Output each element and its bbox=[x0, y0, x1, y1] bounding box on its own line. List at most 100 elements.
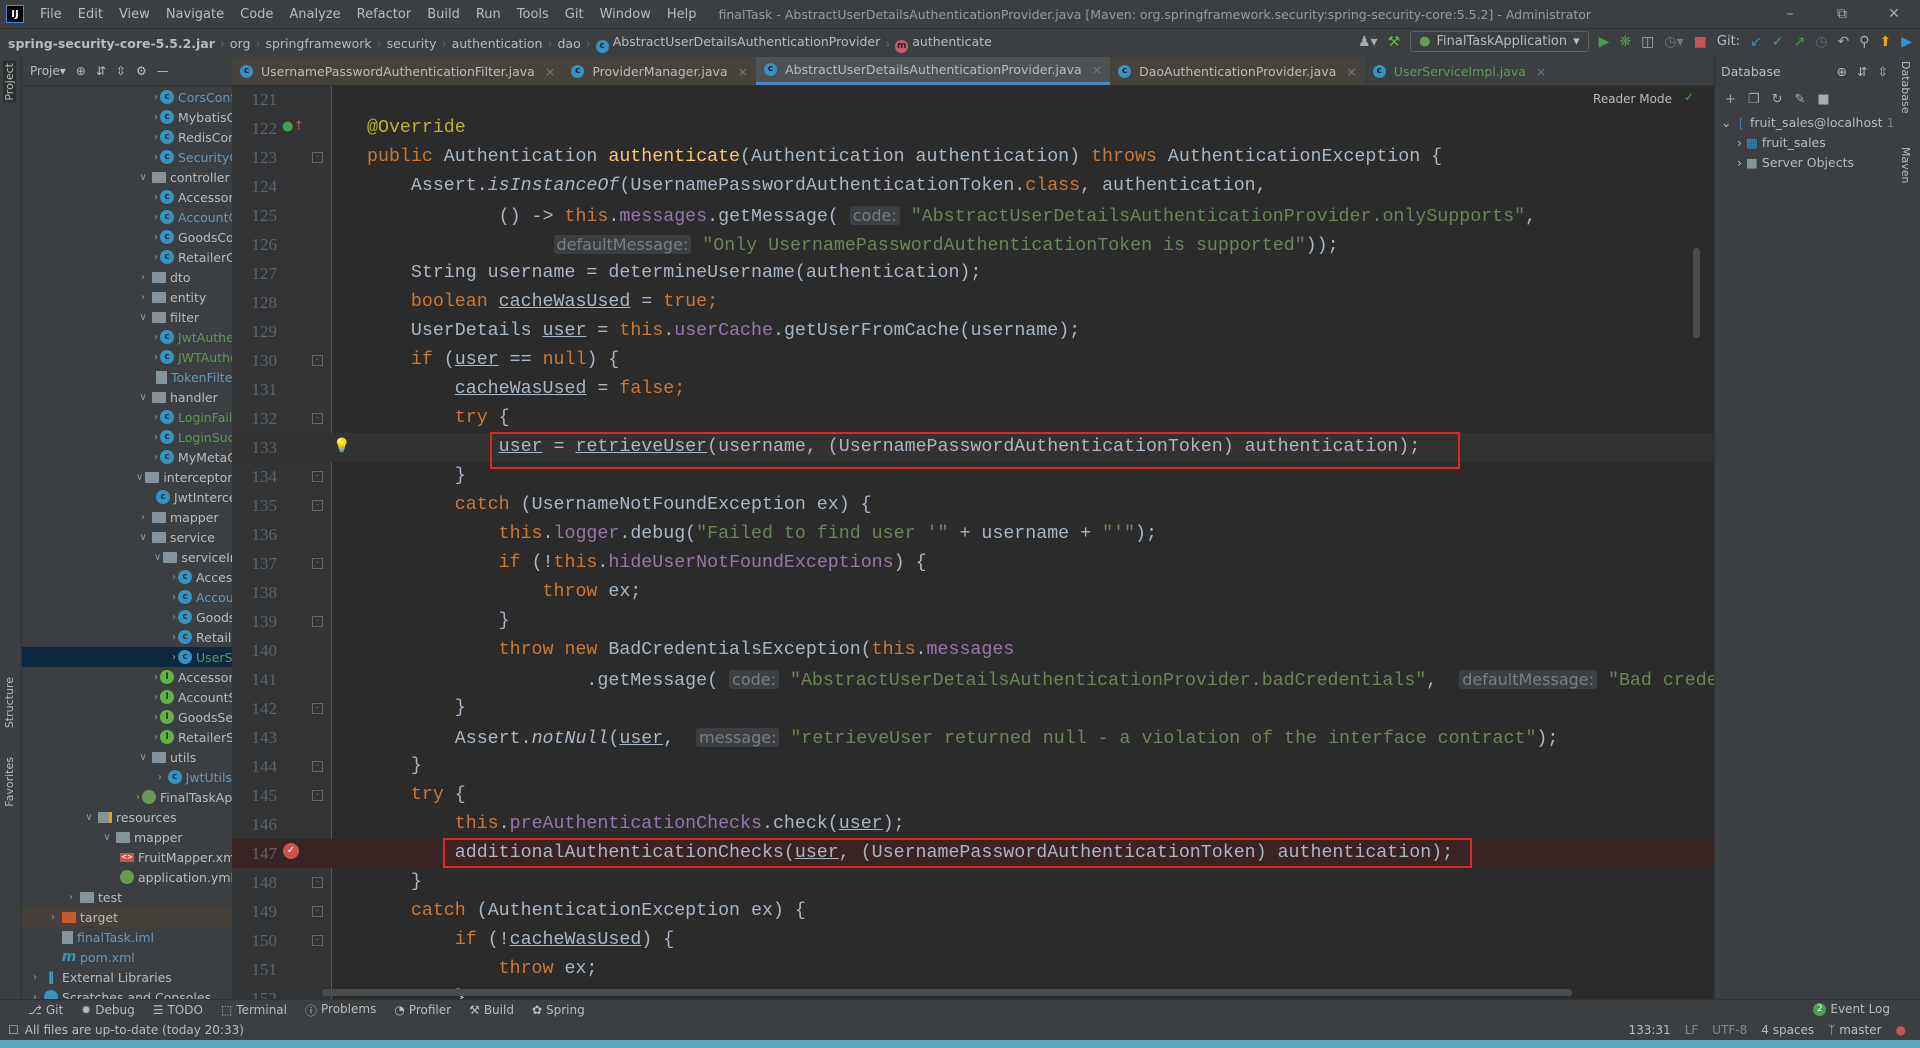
chevron-down-icon[interactable]: ∨ bbox=[136, 392, 150, 403]
code-line[interactable]: 150 - if (!cacheWasUsed) { bbox=[232, 926, 1714, 955]
tree-item[interactable]: m pom.xml bbox=[22, 947, 232, 967]
menu-window[interactable]: Window bbox=[592, 7, 659, 22]
tree-item[interactable]: ›c JwtAuthenticationFilter bbox=[22, 327, 232, 347]
tree-item[interactable]: ›c LoginSuccessHandler bbox=[22, 427, 232, 447]
fold-marker-icon[interactable]: - bbox=[312, 413, 323, 424]
refresh-icon[interactable]: ↻ bbox=[1772, 92, 1783, 107]
tool-terminal[interactable]: ⬚ Terminal bbox=[221, 1003, 287, 1017]
db-schema[interactable]: › ▦ fruit_sales bbox=[1715, 132, 1896, 152]
code-line[interactable]: 151 throw ex; bbox=[232, 955, 1714, 984]
maven-tool-button[interactable]: Maven bbox=[1899, 147, 1912, 183]
gear-icon[interactable]: ⚙ bbox=[136, 64, 147, 78]
tree-item[interactable]: ∨ filter bbox=[22, 307, 232, 327]
edit-icon[interactable]: ✎ bbox=[1794, 92, 1805, 107]
structure-tool-button[interactable]: Structure bbox=[3, 677, 16, 728]
code-line[interactable]: 136 this.logger.debug("Failed to find us… bbox=[232, 520, 1714, 549]
tab-daoauthenticationprovider[interactable]: c DaoAuthenticationProvider.java × bbox=[1110, 57, 1365, 85]
tree-item[interactable]: TokenFilter bbox=[22, 367, 232, 387]
fold-marker-icon[interactable]: - bbox=[312, 935, 323, 946]
tool-problems[interactable]: ⓘ Problems bbox=[305, 1002, 376, 1019]
status-toggle-icon[interactable]: ☐ bbox=[8, 1023, 19, 1037]
breadcrumb-item[interactable]: spring-security-core-5.5.2.jar bbox=[8, 36, 215, 51]
menu-navigate[interactable]: Navigate bbox=[158, 7, 232, 22]
tool-build[interactable]: ⚒ Build bbox=[469, 1003, 514, 1017]
close-tab-icon[interactable]: × bbox=[738, 64, 748, 79]
close-tab-icon[interactable]: × bbox=[545, 64, 555, 79]
fold-marker-icon[interactable]: - bbox=[312, 877, 323, 888]
event-log-button[interactable]: 2 Event Log bbox=[1813, 1002, 1890, 1016]
chevron-down-icon[interactable]: ∨ bbox=[136, 532, 150, 543]
chevron-right-icon[interactable]: › bbox=[64, 892, 78, 903]
close-button[interactable]: ✕ bbox=[1868, 0, 1920, 28]
tree-item[interactable]: ∨ service bbox=[22, 527, 232, 547]
tree-item[interactable]: ›c MyMetaObjectHandler bbox=[22, 447, 232, 467]
tree-item[interactable]: finalTask.iml bbox=[22, 927, 232, 947]
chevron-right-icon[interactable]: › bbox=[136, 512, 150, 523]
tree-item[interactable]: › entity bbox=[22, 287, 232, 307]
tab-usernamepasswordauthenticationfilter[interactable]: c UsernamePasswordAuthenticationFilter.ja… bbox=[232, 57, 564, 85]
tree-item[interactable]: › c JwtUtils bbox=[22, 767, 232, 787]
tool-debug[interactable]: ✹ Debug bbox=[81, 1003, 135, 1017]
chevron-down-icon[interactable]: ∨ bbox=[154, 552, 161, 563]
tree-item[interactable]: ›c MybatisConfig bbox=[22, 107, 232, 127]
tree-item[interactable]: ›c GoodsController bbox=[22, 227, 232, 247]
chevron-right-icon[interactable]: › bbox=[136, 292, 150, 303]
menu-build[interactable]: Build bbox=[419, 7, 468, 22]
tree-item[interactable]: › test bbox=[22, 887, 232, 907]
history-icon[interactable]: ◷ bbox=[1815, 34, 1827, 50]
code-line[interactable]: 131 cacheWasUsed = false; bbox=[232, 375, 1714, 404]
caret-position[interactable]: 133:31 bbox=[1628, 1023, 1670, 1037]
chevron-right-icon[interactable]: › bbox=[28, 972, 42, 983]
chevron-right-icon[interactable]: › bbox=[154, 732, 158, 743]
chevron-down-icon[interactable]: ∨ bbox=[136, 172, 150, 183]
git-push-icon[interactable]: ↗ bbox=[1794, 34, 1806, 50]
code-line[interactable]: 148 - } bbox=[232, 868, 1714, 897]
code-line[interactable]: 140 throw new BadCredentialsException(th… bbox=[232, 636, 1714, 665]
reader-mode-toggle[interactable]: Reader Mode bbox=[1593, 92, 1672, 106]
menu-view[interactable]: View bbox=[111, 7, 158, 22]
close-tab-icon[interactable]: × bbox=[1092, 62, 1102, 77]
git-commit-icon[interactable]: ✓ bbox=[1772, 34, 1784, 50]
code-line[interactable]: 132 - try { bbox=[232, 404, 1714, 433]
db-server-objects[interactable]: › ■ Server Objects bbox=[1715, 152, 1896, 172]
breakpoint-icon[interactable]: ✓ bbox=[283, 843, 299, 859]
chevron-down-icon[interactable]: ∨ bbox=[82, 812, 96, 823]
code-line[interactable]: 130 - if (user == null) { bbox=[232, 346, 1714, 375]
tree-item[interactable]: › Scratches and Consoles bbox=[22, 987, 232, 999]
code-line[interactable]: 143 Assert.notNull(user, message: "retri… bbox=[232, 723, 1714, 752]
expand-icon[interactable]: ⇵ bbox=[1857, 64, 1867, 79]
tree-item[interactable]: <> FruitMapper.xml bbox=[22, 847, 232, 867]
tab-abstractuserdetailsauthenticationprovider[interactable]: c AbstractUserDetailsAuthenticationProvid… bbox=[756, 57, 1111, 85]
fold-marker-icon[interactable]: - bbox=[312, 761, 323, 772]
git-branch[interactable]: ᛉ master bbox=[1828, 1023, 1881, 1037]
toolbox-icon[interactable]: ▶ bbox=[1901, 34, 1912, 50]
chevron-right-icon[interactable]: › bbox=[28, 992, 42, 1000]
chevron-down-icon[interactable]: ∨ bbox=[100, 832, 114, 843]
breadcrumb-item[interactable]: springframework bbox=[265, 36, 371, 51]
vertical-scrollbar[interactable] bbox=[1693, 248, 1700, 338]
fold-marker-icon[interactable]: - bbox=[312, 790, 323, 801]
code-line[interactable]: 149 - catch (AuthenticationException ex) … bbox=[232, 897, 1714, 926]
tree-item[interactable]: ›c UserServiceImpl bbox=[22, 647, 232, 667]
tree-item[interactable]: ∨ interceptor bbox=[22, 467, 232, 487]
tree-item[interactable]: ›c JWTAuthorizationFilter bbox=[22, 347, 232, 367]
code-line[interactable]: 126 defaultMessage: "Only UsernamePasswo… bbox=[232, 230, 1714, 259]
menu-help[interactable]: Help bbox=[659, 7, 705, 22]
coverage-icon[interactable]: ◫ bbox=[1641, 34, 1654, 50]
chevron-right-icon[interactable]: › bbox=[154, 252, 158, 263]
fold-marker-icon[interactable]: - bbox=[312, 471, 323, 482]
chevron-right-icon[interactable]: › bbox=[154, 112, 158, 123]
lightbulb-icon[interactable]: 💡 bbox=[333, 438, 350, 454]
chevron-right-icon[interactable]: › bbox=[154, 772, 166, 783]
tool-git[interactable]: ⎇ Git bbox=[28, 1003, 63, 1017]
code-line[interactable]: 135 - catch (UsernameNotFoundException ex… bbox=[232, 491, 1714, 520]
user-icon[interactable]: ♟▾ bbox=[1358, 34, 1378, 50]
fold-marker-icon[interactable]: - bbox=[312, 703, 323, 714]
tree-item[interactable]: ›c RetailerController bbox=[22, 247, 232, 267]
tree-item[interactable]: ›c AccountController bbox=[22, 207, 232, 227]
code-line[interactable]: 122 @Override bbox=[232, 114, 1714, 143]
tree-item[interactable]: ›I GoodsService bbox=[22, 707, 232, 727]
project-view-select[interactable]: Proje▾ bbox=[30, 64, 66, 78]
chevron-right-icon[interactable]: › bbox=[154, 232, 158, 243]
line-separator[interactable]: LF bbox=[1685, 1023, 1699, 1037]
